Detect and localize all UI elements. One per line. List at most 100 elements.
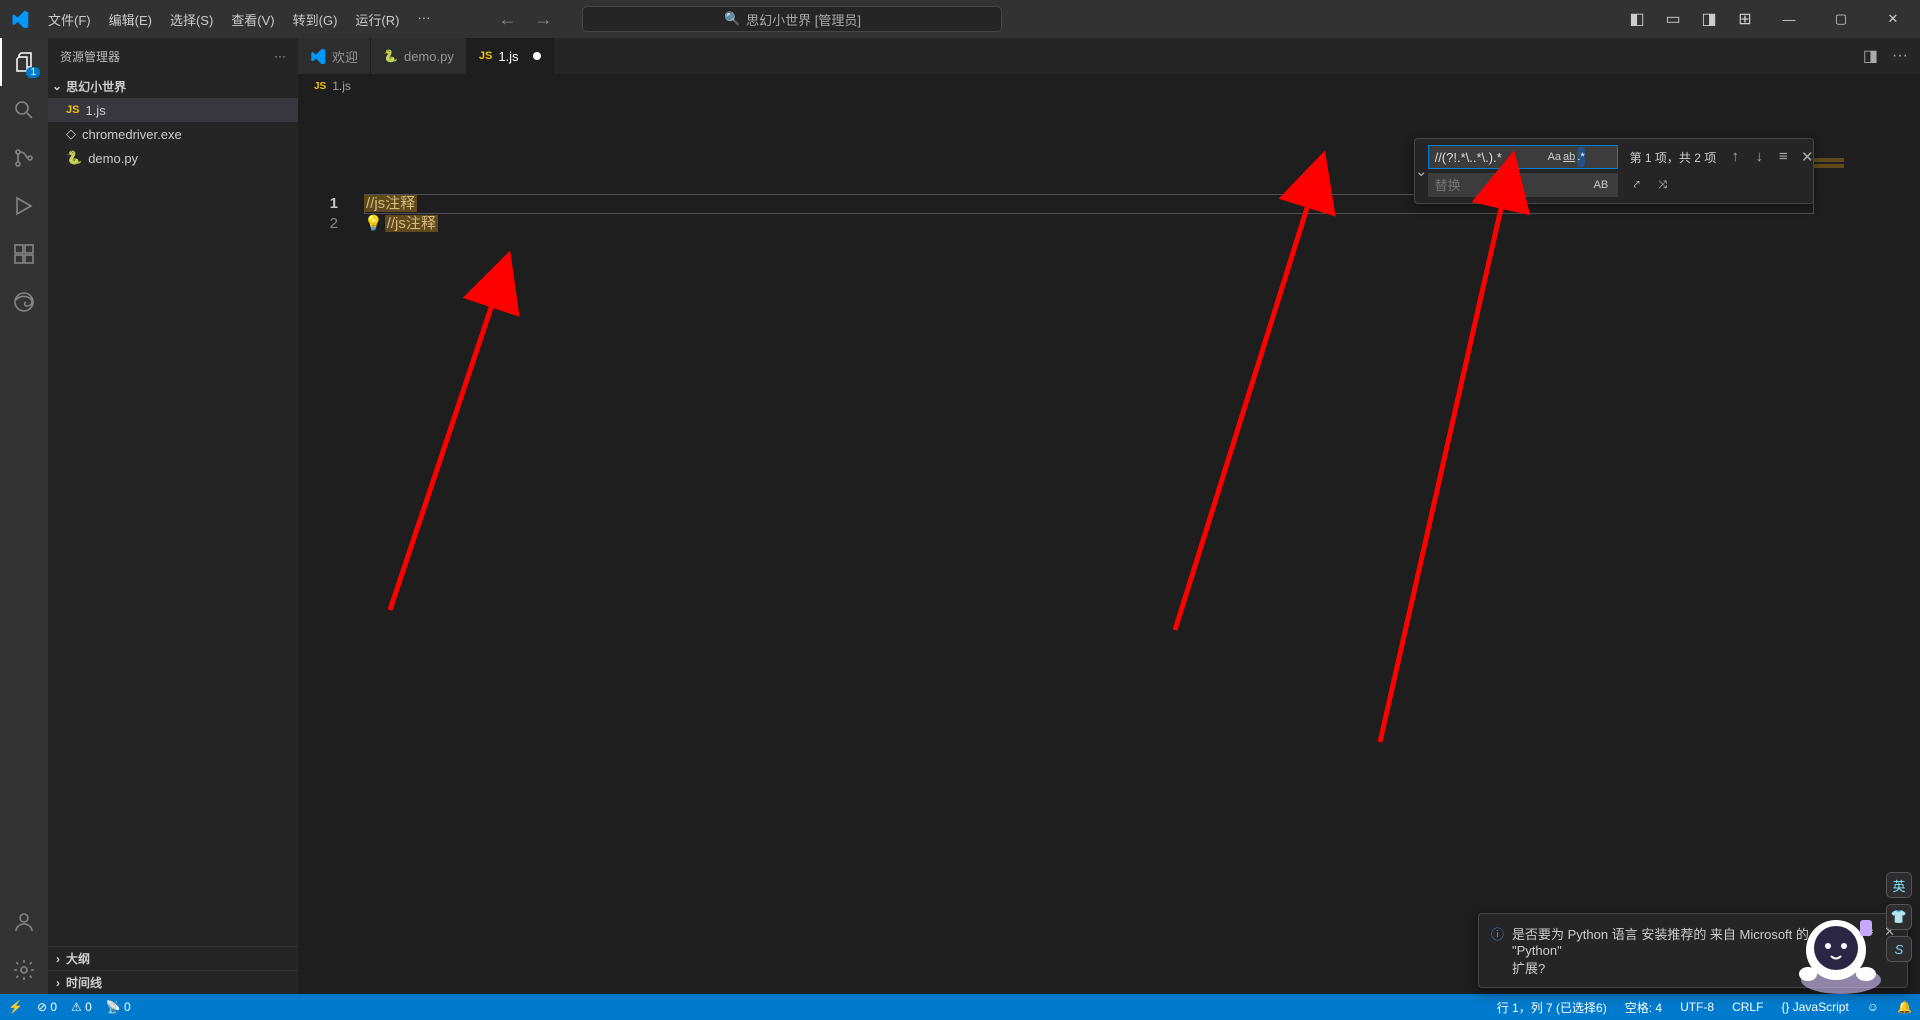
info-icon: ⓘ [1491, 924, 1504, 943]
nav-forward-icon[interactable]: → [534, 9, 552, 30]
code-editor[interactable]: 1 2 //js注释 💡//js注释 ⌄ Aa ab .* [298, 98, 1920, 994]
find-selection-icon[interactable]: ≡ [1772, 148, 1794, 166]
explorer-icon[interactable]: 1 [0, 38, 48, 86]
file-label: 1.js [85, 103, 105, 118]
find-close-icon[interactable]: ✕ [1796, 148, 1818, 166]
menu-select[interactable]: 选择(S) [162, 4, 221, 35]
code-lines: //js注释 💡//js注释 [364, 194, 438, 234]
tab-label: 1.js [498, 49, 518, 64]
code-text: //js注释 [385, 215, 438, 232]
use-regex-button[interactable]: .* [1577, 147, 1584, 167]
tab-bar: 欢迎 🐍 demo.py JS 1.js ◨ ··· [298, 38, 1920, 74]
js-icon: JS [479, 50, 492, 62]
status-warnings[interactable]: ⚠ 0 [71, 1000, 92, 1014]
replace-input[interactable] [1428, 173, 1618, 197]
command-center[interactable]: 🔍 思幻小世界 [管理员] [582, 6, 1002, 32]
layout-panel-icon[interactable]: ▭ [1658, 5, 1688, 33]
window-close-button[interactable]: ✕ [1870, 0, 1916, 38]
exe-file-icon: ◇ [66, 126, 76, 142]
astronaut-icon [1786, 902, 1896, 1002]
remote-indicator[interactable]: ⚡ [8, 1000, 23, 1014]
title-bar: 文件(F) 编辑(E) 选择(S) 查看(V) 转到(G) 运行(R) ··· … [0, 0, 1920, 38]
file-label: demo.py [88, 151, 138, 166]
run-debug-icon[interactable] [0, 182, 48, 230]
editor-area: 欢迎 🐍 demo.py JS 1.js ◨ ··· JS 1.js 1 2 /… [298, 38, 1920, 994]
line-gutter: 1 2 [298, 194, 358, 234]
status-ports[interactable]: 📡 0 [106, 1000, 131, 1014]
assistant-avatar[interactable]: 英 👕 S [1786, 872, 1916, 1002]
match-case-button[interactable]: Aa [1548, 147, 1561, 167]
command-center-label: 思幻小世界 [管理员] [746, 10, 861, 29]
menu-run[interactable]: 运行(R) [347, 4, 407, 35]
layout-secondary-icon[interactable]: ◨ [1694, 5, 1724, 33]
history-nav: ← → [498, 9, 552, 30]
line-number: 1 [298, 194, 338, 214]
find-prev-icon[interactable]: ↑ [1724, 148, 1746, 166]
layout-primary-icon[interactable]: ◧ [1622, 5, 1652, 33]
breadcrumb[interactable]: JS 1.js [298, 74, 1920, 98]
menu-view[interactable]: 查看(V) [223, 4, 282, 35]
menu-bar: 文件(F) 编辑(E) 选择(S) 查看(V) 转到(G) 运行(R) ··· [40, 4, 438, 35]
settings-gear-icon[interactable] [0, 946, 48, 994]
lightbulb-icon[interactable]: 💡 [364, 215, 383, 232]
more-editor-icon[interactable]: ··· [1892, 47, 1908, 65]
preserve-case-button[interactable]: AB [1594, 175, 1609, 195]
status-bar: ⚡ ⊘ 0 ⚠ 0 📡 0 行 1，列 7 (已选择6) 空格: 4 UTF-8… [0, 994, 1920, 1020]
py-file-icon: 🐍 [66, 150, 82, 166]
account-icon[interactable] [0, 898, 48, 946]
split-editor-icon[interactable]: ◨ [1863, 46, 1878, 66]
window-minimize-button[interactable]: — [1766, 0, 1812, 38]
vscode-logo-icon [0, 10, 40, 28]
js-file-icon: JS [66, 104, 79, 116]
ime-indicator[interactable]: 英 [1886, 872, 1912, 898]
status-encoding[interactable]: UTF-8 [1680, 999, 1714, 1016]
line-number: 2 [298, 214, 338, 234]
dirty-indicator-icon [533, 52, 541, 60]
find-replace-widget: ⌄ Aa ab .* 第 1 项，共 2 项 ↑ ↓ ≡ [1414, 138, 1814, 204]
replace-one-button[interactable]: ⤤ [1626, 175, 1648, 195]
status-eol[interactable]: CRLF [1732, 999, 1763, 1016]
status-errors[interactable]: ⊘ 0 [37, 1000, 57, 1014]
python-icon: 🐍 [383, 49, 398, 63]
source-control-icon[interactable] [0, 134, 48, 182]
file-chromedriver[interactable]: ◇ chromedriver.exe [48, 122, 298, 146]
file-demo-py[interactable]: 🐍 demo.py [48, 146, 298, 170]
breadcrumb-js-icon: JS [314, 81, 326, 92]
tab-welcome[interactable]: 欢迎 [298, 38, 371, 74]
menu-more[interactable]: ··· [409, 4, 438, 35]
find-input[interactable] [1428, 145, 1618, 169]
status-indent[interactable]: 空格: 4 [1625, 999, 1662, 1016]
tab-demo-py[interactable]: 🐍 demo.py [371, 38, 467, 74]
breadcrumb-file: 1.js [332, 79, 351, 93]
nav-back-icon[interactable]: ← [498, 9, 516, 30]
project-root[interactable]: 思幻小世界 [48, 74, 298, 98]
explorer-badge: 1 [26, 67, 40, 78]
menu-edit[interactable]: 编辑(E) [101, 4, 160, 35]
file-label: chromedriver.exe [82, 127, 182, 142]
editor-actions: ◨ ··· [1851, 38, 1920, 74]
file-1-js[interactable]: JS 1.js [48, 98, 298, 122]
match-word-button[interactable]: ab [1563, 147, 1575, 167]
find-result-count: 第 1 项，共 2 项 [1626, 149, 1721, 166]
window-maximize-button[interactable]: ▢ [1818, 0, 1864, 38]
tab-1-js[interactable]: JS 1.js [467, 38, 554, 74]
menu-file[interactable]: 文件(F) [40, 4, 99, 35]
edge-icon[interactable] [0, 278, 48, 326]
sidebar: 资源管理器 ··· 思幻小世界 JS 1.js ◇ chromedriver.e… [48, 38, 298, 994]
sidebar-title: 资源管理器 [60, 48, 120, 65]
search-activity-icon[interactable] [0, 86, 48, 134]
outline-section[interactable]: 大纲 [48, 946, 298, 970]
timeline-section[interactable]: 时间线 [48, 970, 298, 994]
code-text: //js注释 [364, 195, 417, 212]
sidebar-header: 资源管理器 ··· [48, 38, 298, 74]
sidebar-more-icon[interactable]: ··· [274, 49, 286, 63]
find-next-icon[interactable]: ↓ [1748, 148, 1770, 166]
extensions-icon[interactable] [0, 230, 48, 278]
menu-goto[interactable]: 转到(G) [285, 4, 346, 35]
replace-all-button[interactable]: ⤨ [1652, 175, 1674, 195]
tab-label: demo.py [404, 49, 454, 64]
minimap[interactable] [1814, 158, 1904, 198]
layout-customize-icon[interactable]: ⊞ [1730, 5, 1760, 33]
status-cursor[interactable]: 行 1，列 7 (已选择6) [1497, 999, 1607, 1016]
find-toggle-replace[interactable]: ⌄ [1415, 143, 1428, 199]
